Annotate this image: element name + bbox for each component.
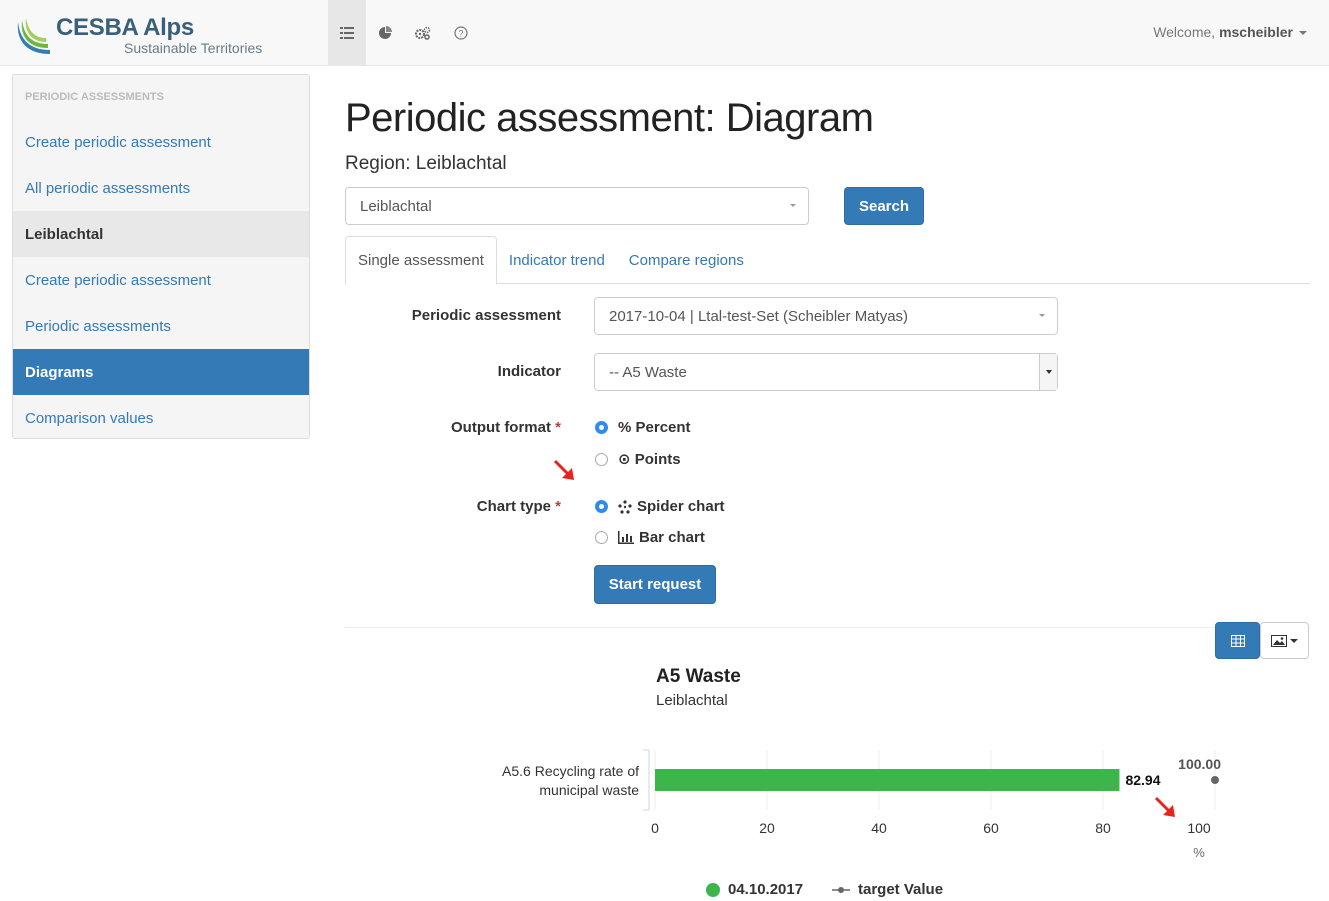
output-percent-label: % Percent	[618, 419, 691, 436]
search-button[interactable]: Search	[844, 187, 924, 225]
export-image-button[interactable]	[1260, 622, 1309, 659]
required-marker: *	[555, 419, 561, 436]
output-points-label: ⊙ Points	[618, 451, 681, 468]
logo-icon	[17, 18, 50, 54]
periodic-assessment-value: 2017-10-04 | Ltal-test-Set (Scheibler Ma…	[609, 307, 909, 325]
target-point	[1211, 776, 1219, 784]
radio-unchecked-icon	[595, 531, 608, 544]
category-label: A5.6 Recycling rate of	[502, 763, 639, 779]
bar-chart: A5.6 Recycling rate of municipal waste 82.…	[502, 749, 1221, 860]
sidebar-group-leiblachtal: Leiblachtal	[13, 211, 309, 257]
bar-chart-radio[interactable]: Bar chart	[595, 529, 705, 546]
pie-chart-icon[interactable]	[366, 0, 404, 65]
output-percent-radio[interactable]: % Percent	[595, 419, 691, 436]
x-tick-label: 0	[651, 820, 659, 836]
username: mscheibler	[1219, 24, 1293, 40]
tab-indicator-trend[interactable]: Indicator trend	[497, 236, 617, 284]
sidebar-item-create-periodic-assessment[interactable]: Create periodic assessment	[13, 119, 309, 165]
x-tick-label: 40	[871, 820, 887, 836]
bar-value-label: 82.94	[1125, 772, 1160, 788]
indicator-label: Indicator	[497, 363, 561, 380]
chevron-down-icon	[1039, 314, 1045, 317]
bar-chart-icon	[618, 531, 634, 544]
table-icon	[1230, 634, 1245, 647]
table-view-button[interactable]	[1215, 622, 1260, 659]
spider-chart-radio[interactable]: Spider chart	[595, 498, 725, 515]
user-menu[interactable]: Welcome, mscheibler	[1153, 24, 1307, 40]
tab-compare-regions[interactable]: Compare regions	[617, 236, 756, 284]
x-tick-label: 80	[1095, 820, 1111, 836]
logo-title: CESBA Alps	[56, 14, 194, 41]
logo[interactable]: CESBA Alps Sustainable Territories	[12, 10, 312, 60]
legend-target[interactable]: target Value	[832, 881, 943, 898]
radio-checked-icon	[595, 500, 608, 513]
sidebar-header: PERIODIC ASSESSMENTS	[25, 91, 164, 103]
legend-series-label: 04.10.2017	[728, 881, 804, 898]
legend-target-label: target Value	[858, 881, 944, 898]
legend-series[interactable]: 04.10.2017	[706, 881, 803, 898]
page-title: Periodic assessment: Diagram	[345, 96, 874, 140]
required-marker: *	[555, 498, 561, 515]
region-label: Region: Leiblachtal	[345, 153, 507, 174]
x-tick-label: 20	[759, 820, 775, 836]
indicator-value: -- A5 Waste	[609, 363, 687, 381]
welcome-text: Welcome,	[1153, 24, 1216, 40]
spider-chart-label: Spider chart	[637, 498, 725, 515]
chart-type-label: Chart type *	[341, 498, 561, 515]
sidebar: PERIODIC ASSESSMENTS Create periodic ass…	[12, 74, 310, 439]
red-arrow-icon	[1154, 796, 1175, 817]
legend-dot-icon	[706, 882, 720, 897]
chevron-down-icon	[1290, 638, 1298, 643]
output-format-label-text: Output format	[451, 419, 551, 436]
data-bar	[655, 769, 1120, 791]
spider-chart-icon	[618, 499, 632, 514]
help-icon[interactable]: ?	[442, 0, 480, 65]
image-icon	[1271, 634, 1287, 647]
sidebar-item-diagrams[interactable]: Diagrams	[13, 349, 309, 395]
chart-title: A5 Waste	[656, 666, 741, 687]
legend-line-icon	[832, 886, 850, 893]
logo-subtitle: Sustainable Territories	[124, 40, 263, 56]
output-format-label: Output format *	[341, 419, 561, 436]
gears-icon[interactable]	[404, 0, 442, 65]
red-arrow-icon	[553, 459, 574, 480]
output-points-radio[interactable]: ⊙ Points	[595, 450, 681, 468]
x-tick-label: 60	[983, 820, 999, 836]
tab-single-assessment[interactable]: Single assessment	[345, 236, 497, 285]
section-divider	[345, 627, 1310, 628]
radio-checked-icon	[595, 421, 608, 434]
start-request-button[interactable]: Start request	[594, 565, 716, 604]
region-select[interactable]: Leiblachtal	[345, 187, 809, 225]
svg-text:?: ?	[458, 28, 463, 38]
sidebar-item-all-periodic-assessments[interactable]: All periodic assessments	[13, 165, 309, 211]
chart-type-label-text: Chart type	[476, 498, 551, 515]
chevron-down-icon	[1299, 31, 1307, 36]
sidebar-item-create-region-assessment[interactable]: Create periodic assessment	[13, 257, 309, 303]
periodic-assessment-label: Periodic assessment	[411, 307, 561, 324]
nav-icon-bar: ?	[328, 0, 480, 65]
tab-bar: Single assessment Indicator trend Compar…	[345, 236, 1310, 285]
select-arrow-icon	[1039, 354, 1057, 390]
x-tick-label: 100	[1187, 820, 1211, 836]
category-label: municipal waste	[539, 782, 639, 798]
top-navbar: CESBA Alps Sustainable Territories ? Wel…	[0, 0, 1329, 66]
sidebar-item-comparison-values[interactable]: Comparison values	[13, 395, 309, 438]
target-value-label: 100.00	[1178, 756, 1221, 772]
region-select-value: Leiblachtal	[360, 197, 432, 215]
chart-subtitle: Leiblachtal	[656, 692, 728, 709]
sidebar-item-periodic-assessments[interactable]: Periodic assessments	[13, 303, 309, 349]
bar-chart-label: Bar chart	[639, 529, 705, 546]
x-axis-unit: %	[1193, 845, 1205, 860]
periodic-assessment-select[interactable]: 2017-10-04 | Ltal-test-Set (Scheibler Ma…	[594, 297, 1058, 335]
radio-unchecked-icon	[595, 452, 608, 466]
indicator-select[interactable]: -- A5 Waste	[594, 353, 1058, 391]
list-icon[interactable]	[328, 0, 366, 65]
chevron-down-icon	[790, 204, 796, 207]
